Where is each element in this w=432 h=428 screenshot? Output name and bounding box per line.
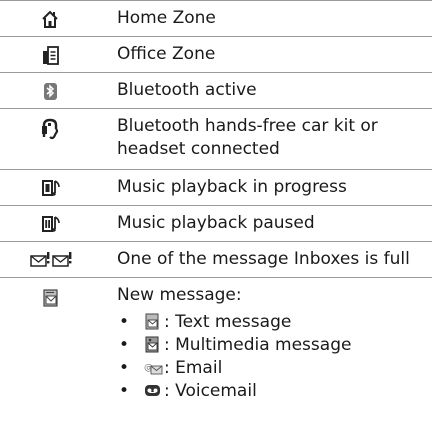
home-zone-icon [36,8,96,28]
item-label: : Voicemail [164,381,257,401]
bullet: • [119,381,130,401]
table-row: One of the message Inboxes is full [0,241,432,277]
table-row: Music playback paused [0,205,432,241]
bullet: • [119,312,130,332]
email-icon: @ [143,359,163,377]
item-label: : Multimedia message [164,335,352,355]
row-label-line-2: headset connected [117,139,280,159]
row-label: Bluetooth active [117,80,257,100]
row-label: New message: [117,285,242,305]
car-kit-headset-icon [36,117,96,140]
office-zone-icon [36,44,96,65]
text-message-icon [143,313,163,331]
voicemail-icon [143,382,163,400]
bluetooth-icon [36,80,96,100]
row-label: Office Zone [117,44,216,64]
table-row: Home Zone [0,0,432,36]
row-label: One of the message Inboxes is full [117,249,410,269]
multimedia-message-icon [143,336,163,354]
table-row: Office Zone [0,36,432,72]
bullet: • [119,358,130,378]
inbox-full-icon [29,249,89,269]
row-label: Music playback in progress [117,177,347,197]
row-label: Home Zone [117,8,216,28]
music-playing-icon [36,177,96,197]
table-row: New message: • : Text message •: Multim… [0,277,432,428]
item-label: : Text message [164,312,292,332]
row-label: Music playback paused [117,213,315,233]
table-row: Music playback in progress [0,169,432,205]
bullet: • [119,335,130,355]
item-label: : Email [164,358,223,378]
table-row: Bluetooth hands-free car kit or headset … [0,108,432,169]
new-message-icon [36,287,96,307]
table-row: Bluetooth active [0,72,432,108]
music-paused-icon [36,213,96,233]
row-label-line-1: Bluetooth hands-free car kit or [117,116,378,136]
